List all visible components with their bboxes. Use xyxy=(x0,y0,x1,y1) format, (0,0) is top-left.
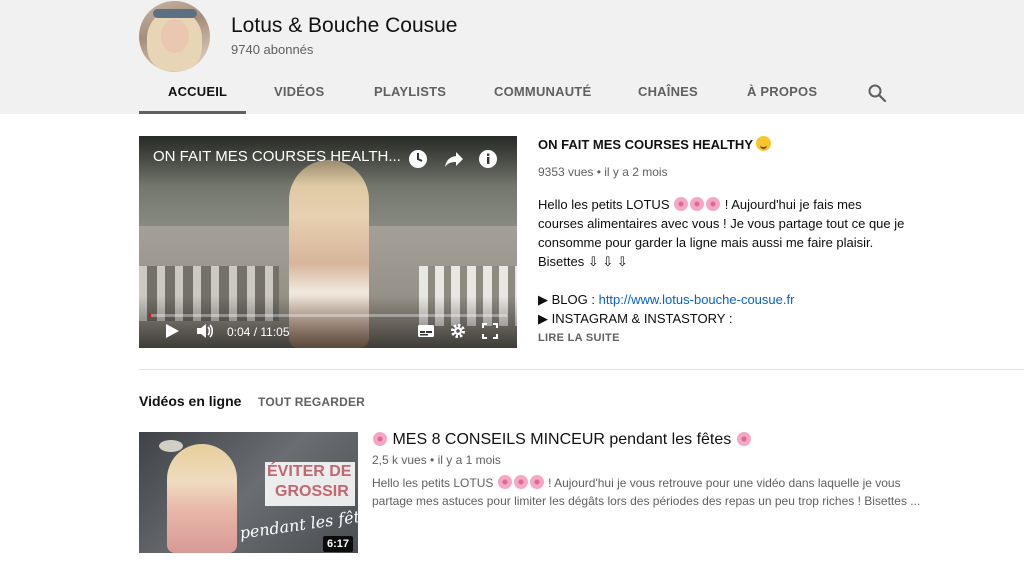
thumbnail-text-line1: ÉVITER DE xyxy=(267,463,352,480)
blossom-emoji xyxy=(513,475,528,489)
featured-video-title[interactable]: ON FAIT MES COURSES HEALTHY xyxy=(538,136,771,152)
blossom-emoji xyxy=(706,197,721,211)
tab-chaines[interactable]: CHAÎNES xyxy=(638,84,698,99)
blossom-emoji xyxy=(736,432,751,446)
smiling-face-emoji xyxy=(756,136,771,151)
active-tab-indicator xyxy=(139,111,246,114)
featured-video-description: Hello les petits LOTUS ! Aujourd'hui je … xyxy=(538,197,905,326)
fullscreen-icon[interactable] xyxy=(481,322,499,340)
video-time: 0:04 / 11:05 xyxy=(227,325,290,339)
read-more-button[interactable]: LIRE LA SUITE xyxy=(538,332,620,344)
video-overlay-title[interactable]: ON FAIT MES COURSES HEALTH... xyxy=(153,148,401,165)
volume-icon[interactable] xyxy=(196,322,214,340)
blossom-emoji xyxy=(373,432,387,446)
tab-accueil[interactable]: ACCUEIL xyxy=(168,84,227,99)
video-meta: 2,5 k vues • il y a 1 mois xyxy=(372,453,501,467)
channel-header: Lotus & Bouche Cousue 9740 abonnés ACCUE… xyxy=(0,0,1024,114)
watch-all-button[interactable]: TOUT REGARDER xyxy=(258,395,365,409)
gear-icon[interactable] xyxy=(449,322,467,340)
clock-icon[interactable] xyxy=(407,148,429,170)
blog-link[interactable]: http://www.lotus-bouche-cousue.fr xyxy=(599,292,795,307)
video-description: Hello les petits LOTUS ! Aujourd'hui je … xyxy=(372,475,921,508)
tab-playlists[interactable]: PLAYLISTS xyxy=(374,84,446,99)
tab-videos[interactable]: VIDÉOS xyxy=(274,84,324,99)
thumbnail-text-line2: GROSSIR xyxy=(275,483,349,500)
duration-badge: 6:17 xyxy=(323,536,354,552)
section-title[interactable]: Vidéos en ligne xyxy=(139,393,241,409)
share-icon[interactable] xyxy=(443,148,465,170)
play-icon[interactable] xyxy=(163,322,181,340)
featured-video-player[interactable]: ON FAIT MES COURSES HEALTH... 0:04 / 11:… xyxy=(139,136,517,348)
video-thumbnail[interactable]: ÉVITER DE GROSSIR pendant les fêtes 6:17 xyxy=(139,432,358,553)
thumbnail-person xyxy=(167,444,237,553)
tab-communaute[interactable]: COMMUNAUTÉ xyxy=(494,84,591,99)
blossom-emoji xyxy=(529,475,544,489)
video-progress-bar[interactable] xyxy=(149,314,507,317)
thumbnail-lamp xyxy=(159,440,183,452)
search-icon[interactable] xyxy=(867,83,887,103)
blossom-emoji xyxy=(497,475,512,489)
section-divider xyxy=(139,369,1024,370)
blossom-emoji xyxy=(690,197,705,211)
channel-avatar[interactable] xyxy=(139,1,210,72)
blossom-emoji xyxy=(674,197,689,211)
avatar-face xyxy=(161,19,189,53)
subscriber-count: 9740 abonnés xyxy=(231,42,314,57)
subtitles-icon[interactable] xyxy=(417,322,435,340)
featured-video-meta: 9353 vues • il y a 2 mois xyxy=(538,165,668,179)
tab-a-propos[interactable]: À PROPOS xyxy=(747,84,817,99)
video-progress-fill xyxy=(149,314,152,317)
info-icon[interactable] xyxy=(477,148,499,170)
channel-name: Lotus & Bouche Cousue xyxy=(231,14,458,37)
video-title[interactable]: MES 8 CONSEILS MINCEUR pendant les fêtes xyxy=(372,431,752,449)
avatar-headband xyxy=(153,9,197,18)
